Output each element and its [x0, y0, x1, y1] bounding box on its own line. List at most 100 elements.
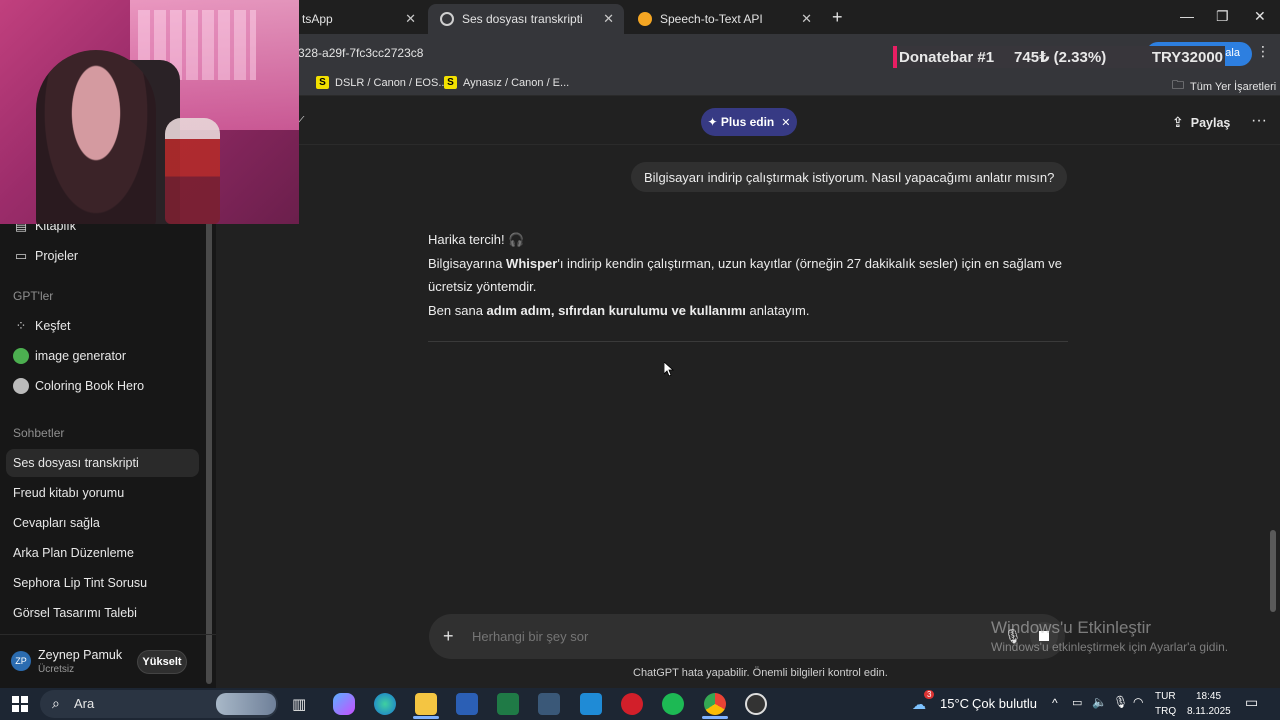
text-bold: adım adım, sıfırdan kurulumu ve kullanım…: [486, 302, 746, 318]
excel-icon[interactable]: [497, 693, 519, 715]
language-indicator[interactable]: TUR: [1155, 691, 1176, 702]
minimize-icon[interactable]: —: [1180, 8, 1194, 24]
task-view-icon[interactable]: ▥: [292, 695, 306, 713]
gpts-heading: GPT'ler: [13, 289, 54, 303]
more-options-icon[interactable]: ···: [1251, 112, 1267, 130]
battery-icon[interactable]: ▭: [1072, 696, 1082, 709]
active-app-indicator: [702, 716, 728, 719]
user-plan: Ücretsiz: [38, 664, 75, 675]
bookmark-icon: S: [316, 76, 329, 89]
header-divider: [216, 144, 1280, 145]
cloud-sun-icon: ☁: [912, 696, 926, 712]
assistant-message: Harika tercih! 🎧 Bilgisayarına Whisper'ı…: [428, 228, 1078, 322]
bottle: [165, 118, 220, 224]
upgrade-button[interactable]: Yükselt: [137, 650, 187, 674]
text-run: Ben sana: [428, 302, 487, 318]
user-message-bubble: Bilgisayarı indirip çalıştırmak istiyoru…: [631, 162, 1068, 192]
text-run: Bilgisayarına: [428, 255, 507, 271]
sidebar-item-image-generator[interactable]: image generator: [13, 348, 126, 364]
donatebar-amount: 745₺ (2.33%): [1014, 49, 1107, 66]
divider: [0, 634, 216, 635]
file-explorer-icon[interactable]: [415, 693, 437, 715]
opera-icon[interactable]: [621, 693, 643, 715]
user-name[interactable]: Zeynep Pamuk: [38, 648, 122, 662]
chat-item[interactable]: Ses dosyası transkripti: [13, 456, 139, 470]
folder-icon: 🗀: [1172, 78, 1185, 92]
taskbar-search[interactable]: ⌕ Ara: [40, 690, 278, 718]
plus-upgrade-pill[interactable]: ✦ Plus edin ✕: [701, 108, 797, 136]
chevron-up-icon[interactable]: ^: [1052, 696, 1058, 710]
all-bookmarks-label: Tüm Yer İşaretleri: [1190, 80, 1277, 93]
wifi-icon[interactable]: ◠: [1133, 695, 1143, 709]
assistant-line: Harika tercih! 🎧: [428, 232, 525, 247]
grid-icon: ⁘: [15, 318, 27, 333]
sidebar-scrollbar[interactable]: [206, 206, 212, 684]
sidebar-item-projeler[interactable]: ▭ Projeler: [13, 248, 78, 264]
close-window-icon[interactable]: ✕: [1254, 8, 1266, 25]
keyboard-layout[interactable]: TRQ: [1155, 706, 1176, 717]
close-icon[interactable]: ✕: [603, 11, 614, 27]
bookmark-dslr[interactable]: S DSLR / Canon / EOS...: [316, 76, 448, 89]
webcam-overlay: [0, 0, 299, 224]
assistant-paragraph: Bilgisayarına Whisper'ı indirip kendin ç…: [428, 252, 1078, 299]
chrome-icon[interactable]: [704, 693, 726, 715]
donatebar-overlay: Donatebar #1 745₺ (2.33%) TRY32000: [893, 46, 1225, 68]
avatar[interactable]: ZP: [11, 651, 31, 671]
tab-label: Ses dosyası transkripti: [462, 12, 583, 26]
share-icon: ⇪: [1172, 114, 1184, 130]
clock-time[interactable]: 18:45: [1196, 691, 1221, 702]
chat-item[interactable]: Arka Plan Düzenleme: [13, 546, 134, 560]
tab-speech-to-text[interactable]: Speech-to-Text API ✕: [626, 4, 822, 34]
chat-item[interactable]: Cevapları sağla: [13, 516, 100, 530]
chat-item[interactable]: Sephora Lip Tint Sorusu: [13, 576, 147, 590]
copilot-icon[interactable]: [333, 693, 355, 715]
search-icon: ⌕: [52, 695, 60, 711]
menu-icon[interactable]: ⋮: [1256, 43, 1270, 60]
new-tab-icon[interactable]: +: [832, 7, 843, 28]
volume-icon[interactable]: 🔈: [1092, 695, 1107, 709]
weather-temp[interactable]: 15°C: [940, 696, 969, 711]
bookmark-label: DSLR / Canon / EOS...: [335, 76, 448, 89]
sidebar-item-label: Keşfet: [35, 319, 71, 333]
edge-icon[interactable]: [374, 693, 396, 715]
active-app-indicator: [413, 716, 439, 719]
word-icon[interactable]: [456, 693, 478, 715]
sidebar-item-label: Projeler: [35, 249, 79, 263]
sidebar-item-coloring-book-hero[interactable]: Coloring Book Hero: [13, 378, 144, 394]
all-bookmarks[interactable]: 🗀 Tüm Yer İşaretleri: [1172, 76, 1276, 97]
chat-item[interactable]: Görsel Tasarımı Talebi: [13, 606, 137, 620]
weather-widget[interactable]: ☁ 3: [912, 690, 935, 712]
prompt-input[interactable]: [472, 629, 972, 644]
activation-watermark-subtitle: Windows'u etkinleştirmek için Ayarlar'a …: [991, 640, 1229, 654]
close-icon[interactable]: ✕: [801, 11, 812, 27]
tab-whatsapp[interactable]: tsApp ✕: [290, 4, 426, 34]
store-icon[interactable]: [580, 693, 602, 715]
notification-icon[interactable]: ▭: [1245, 694, 1258, 711]
close-icon[interactable]: ✕: [781, 116, 790, 129]
share-button[interactable]: ⇪ Paylaş: [1172, 114, 1230, 131]
close-icon[interactable]: ✕: [405, 11, 416, 27]
windows-start-icon[interactable]: [12, 696, 28, 712]
tab-label: Speech-to-Text API: [660, 12, 763, 26]
chat-item[interactable]: Freud kitabı yorumu: [13, 486, 124, 500]
microphone-tray-icon[interactable]: 🎙: [1113, 695, 1128, 709]
person: [36, 50, 156, 224]
attach-plus-icon[interactable]: +: [443, 626, 454, 647]
main-scrollbar[interactable]: [1270, 530, 1276, 612]
clock-date[interactable]: 8.11.2025: [1187, 706, 1231, 717]
site-icon: [638, 12, 652, 26]
spotify-icon[interactable]: [662, 693, 684, 715]
sidebar-item-kesfet[interactable]: ⁘ Keşfet: [13, 318, 71, 334]
share-label: Paylaş: [1190, 115, 1231, 130]
obs-icon[interactable]: [745, 693, 767, 715]
bookmark-aynasiz[interactable]: S Aynasız / Canon / E...: [444, 76, 569, 89]
url-text[interactable]: 328-a29f-7fc3cc2723c8: [298, 46, 423, 60]
weather-desc[interactable]: Çok bulutlu: [972, 696, 1037, 711]
tab-ses-dosyasi[interactable]: Ses dosyası transkripti ✕: [428, 4, 624, 34]
gpt-avatar-icon: [13, 348, 29, 364]
tab-label: tsApp: [302, 12, 333, 26]
calculator-icon[interactable]: [538, 693, 560, 715]
maximize-icon[interactable]: ❐: [1216, 8, 1229, 25]
disclaimer-text: ChatGPT hata yapabilir. Önemli bilgileri…: [633, 667, 888, 679]
assistant-paragraph: Ben sana adım adım, sıfırdan kurulumu ve…: [428, 299, 1078, 323]
